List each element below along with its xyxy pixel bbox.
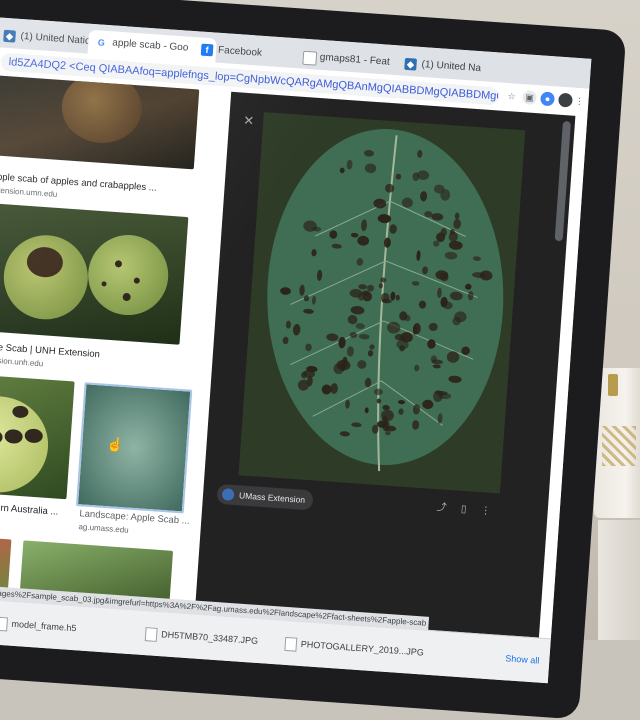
bookmark-star-icon[interactable]: ☆ (504, 89, 519, 104)
more-vert-icon[interactable]: ⋮ (478, 504, 493, 519)
result-source-4: ag.umass.edu (78, 522, 129, 535)
apple-shape (1, 232, 91, 323)
download-item-3[interactable]: PHOTOGALLERY_2019...JPG (284, 633, 424, 663)
leaf-illustration (238, 112, 526, 494)
download-label: DH5TMB70_33487.JPG (160, 629, 259, 646)
result-source-2: extension.unh.edu (0, 354, 44, 369)
download-label: PHOTOGALLERY_2019...JPG (300, 638, 425, 658)
avatar[interactable] (557, 92, 573, 108)
file-icon (284, 636, 298, 652)
flag-icon: ◆ (404, 57, 417, 71)
facebook-icon: f (200, 43, 214, 57)
tab-label: (1) United Na (421, 59, 482, 75)
download-label: model_frame.h5 (11, 618, 77, 634)
result-caption-3[interactable]: in Western Australia ... (0, 500, 59, 518)
menu-icon[interactable]: ⋮ (572, 94, 587, 109)
tab-label: gmaps81 - Feat (319, 51, 391, 68)
scrollbar[interactable] (554, 120, 571, 242)
result-image-4-selected[interactable]: ☝ (75, 382, 193, 514)
extension-icon[interactable]: ▣ (522, 90, 538, 106)
close-icon[interactable]: ✕ (243, 113, 255, 130)
apple-shape (59, 75, 145, 146)
result-image-2[interactable] (0, 203, 189, 345)
tab-label: Facebook (217, 44, 263, 59)
apple-shape (85, 232, 171, 318)
source-badge[interactable]: UMass Extension (216, 483, 314, 511)
download-item-2[interactable]: DH5TMB70_33487.JPG (144, 623, 259, 651)
doc-icon (302, 50, 318, 66)
stand (598, 520, 640, 640)
tab-label: apple scab - Goo (111, 37, 189, 54)
source-badge-label: UMass Extension (238, 490, 306, 505)
google-icon: G (97, 37, 106, 48)
mouse-cursor-icon: ☝ (105, 435, 125, 454)
file-icon (0, 616, 9, 632)
umass-logo-icon (221, 488, 235, 501)
image-results-page: Apple scab of apples and crabapples ... … (0, 75, 588, 640)
download-item-1[interactable]: model_frame.h5 (0, 613, 77, 639)
extension-blue-icon[interactable]: ● (540, 91, 555, 107)
flag-icon: ◆ (3, 29, 16, 43)
bookmark-icon[interactable]: ▯ (456, 503, 471, 518)
laptop-bezel: ◆ (1) United Nations G apple scab - Goo … (0, 0, 627, 720)
share-icon[interactable]: ⤴ (434, 501, 449, 516)
show-all-button[interactable]: Show all (505, 648, 540, 670)
browser-window: ◆ (1) United Nations G apple scab - Goo … (0, 17, 592, 684)
image-preview-panel: ✕ UMass Extension ⤴ ▯ ⋮ (194, 91, 576, 639)
apple-scab-leaf-photo[interactable] (238, 112, 526, 494)
result-source-1: extension.umn.edu (0, 185, 58, 199)
result-image-1[interactable] (0, 75, 200, 170)
result-image-3[interactable] (0, 373, 75, 500)
